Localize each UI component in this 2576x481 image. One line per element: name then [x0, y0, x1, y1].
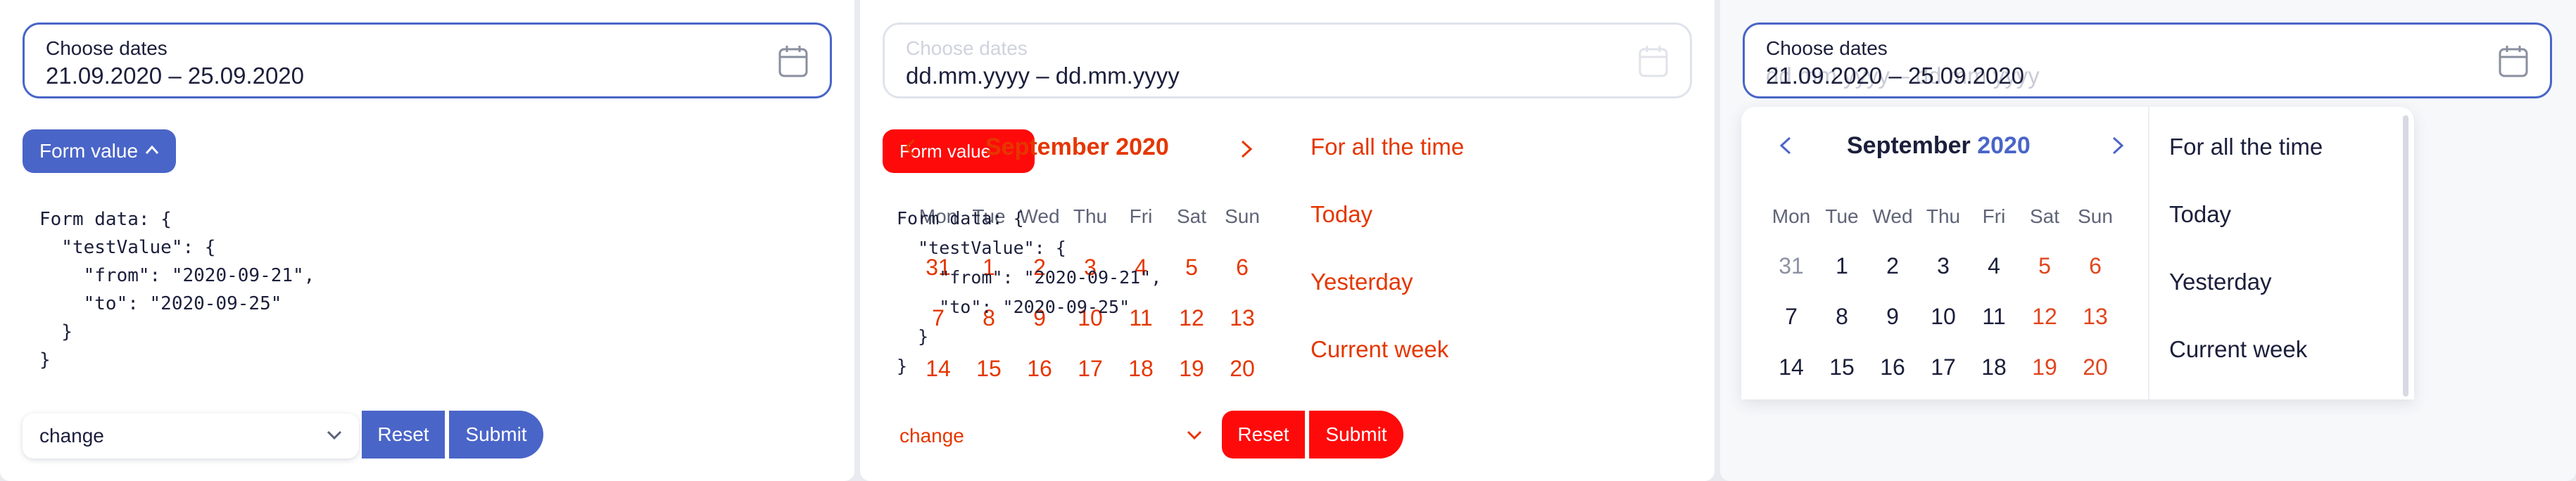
chevron-down-icon — [327, 430, 342, 440]
weekday-label: Tue — [1825, 205, 1859, 227]
preset-yesterday[interactable]: Yesterday — [1311, 269, 1413, 295]
calendar-month: September — [1847, 132, 1971, 159]
calendar-icon[interactable] — [2498, 44, 2529, 78]
calendar-day[interactable]: 3 — [1919, 253, 1968, 279]
calendar-month-title: September 2020 — [1847, 132, 2031, 160]
chevron-down-icon — [1187, 430, 1202, 440]
date-range-field[interactable]: Choose dates 21.09.2020 – 25.09.2020 — [23, 23, 832, 98]
calendar-day-weekend[interactable]: 5 — [2020, 253, 2069, 279]
calendar-day[interactable]: 6 — [1218, 255, 1267, 281]
date-field-label: Choose dates — [1766, 37, 1888, 59]
calendar-day[interactable]: 19 — [1167, 356, 1216, 382]
preset-all-time[interactable]: For all the time — [1311, 134, 1464, 160]
calendar-day[interactable]: 13 — [1218, 305, 1267, 331]
calendar-day[interactable]: 8 — [1817, 304, 1867, 330]
calendar-day[interactable]: 18 — [1969, 354, 2019, 380]
submit-button[interactable]: Submit — [449, 411, 543, 458]
dropdown-scrollbar[interactable] — [2403, 115, 2408, 397]
weekday-label: Mon — [1772, 205, 1811, 227]
calendar-year: 2020 — [1116, 134, 1169, 160]
form-value-button-label: Form value — [39, 140, 139, 162]
calendar-year: 2020 — [1977, 132, 2031, 159]
preset-yesterday[interactable]: Yesterday — [2169, 269, 2272, 295]
arrow-left-icon[interactable] — [1776, 135, 1795, 156]
calendar-day[interactable]: 11 — [1969, 304, 2019, 330]
calendar-day-weekend[interactable]: 12 — [2020, 304, 2069, 330]
calendar-day[interactable]: 5 — [1167, 255, 1216, 281]
form-data-output: Form data: { "testValue": { "from": "202… — [897, 208, 1162, 376]
calendar-month: September — [985, 134, 1109, 160]
date-range-field[interactable]: Choose dates dd.mm.yyyy – dd.mm.yyyy — [883, 23, 1692, 98]
calendar-month-title: September 2020 — [985, 134, 1169, 161]
reset-button[interactable]: Reset — [1222, 411, 1305, 458]
weekday-label: Sun — [2078, 205, 2113, 227]
weekday-label: Sat — [2029, 205, 2060, 227]
weekday-label: Thu — [1926, 205, 1961, 227]
weekday-label: Wed — [1872, 205, 1913, 227]
dropdown-divider — [2148, 107, 2149, 399]
calendar-day[interactable]: 2 — [1868, 253, 1917, 279]
calendar-icon[interactable] — [778, 44, 809, 78]
form-data-output: Form data: { "testValue": { "from": "202… — [39, 209, 315, 371]
calendar-day[interactable]: 4 — [1969, 253, 2019, 279]
preset-current-week[interactable]: Current week — [1311, 336, 1448, 363]
update-mode-select[interactable]: change — [23, 413, 359, 458]
date-field-value: 21.09.2020 – 25.09.2020 — [46, 63, 305, 89]
weekday-label: Sat — [1176, 205, 1207, 227]
calendar-day[interactable]: 7 — [1767, 304, 1816, 330]
date-range-field[interactable]: Choose dates dd.mm.yyyy – dd.mm.yyyy 21.… — [1743, 23, 2552, 98]
weekday-label: Sun — [1225, 205, 1260, 227]
date-range-dropdown: September 2020 Mon Tue Wed Thu Fri Sat S… — [1741, 107, 2414, 399]
arrow-left-icon[interactable] — [902, 138, 918, 158]
update-mode-select[interactable]: change — [883, 413, 1219, 458]
date-field-value: 21.09.2020 – 25.09.2020 — [1766, 63, 2025, 89]
calendar-day[interactable]: 31 — [1767, 253, 1816, 279]
calendar-day[interactable]: 14 — [1767, 354, 1816, 380]
chevron-up-icon — [145, 145, 159, 154]
calendar-day[interactable]: 12 — [1167, 305, 1216, 331]
date-field-label: Choose dates — [906, 37, 1028, 59]
calendar-day[interactable]: 9 — [1868, 304, 1917, 330]
select-value: change — [899, 425, 964, 447]
demo-panel-expected: Choose dates 21.09.2020 – 25.09.2020 For… — [0, 0, 854, 481]
preset-current-week[interactable]: Current week — [2169, 336, 2307, 363]
calendar-day[interactable]: 10 — [1919, 304, 1968, 330]
form-value-toggle-button[interactable]: Form value — [23, 129, 176, 173]
calendar-day-weekend[interactable]: 13 — [2071, 304, 2120, 330]
preset-today[interactable]: Today — [2169, 201, 2231, 228]
calendar-day[interactable]: 17 — [1919, 354, 1968, 380]
preset-all-time[interactable]: For all the time — [2169, 134, 2323, 160]
date-field-label: Choose dates — [46, 37, 168, 59]
reset-button[interactable]: Reset — [362, 411, 445, 458]
date-field-placeholder: dd.mm.yyyy – dd.mm.yyyy — [906, 63, 1180, 89]
submit-button[interactable]: Submit — [1309, 411, 1403, 458]
calendar-icon[interactable] — [1638, 44, 1669, 78]
calendar-day[interactable]: 15 — [1817, 354, 1867, 380]
demo-panel-diff: Choose dates dd.mm.yyyy – dd.mm.yyyy For… — [860, 0, 1715, 481]
calendar-day-weekend[interactable]: 6 — [2071, 253, 2120, 279]
select-value: change — [39, 425, 104, 447]
calendar-day[interactable]: 1 — [1817, 253, 1867, 279]
calendar-day-weekend[interactable]: 20 — [2071, 354, 2120, 380]
calendar-day[interactable]: 20 — [1218, 356, 1267, 382]
calendar-day[interactable]: 16 — [1868, 354, 1917, 380]
weekday-label: Fri — [1982, 205, 2006, 227]
arrow-right-icon[interactable] — [2109, 135, 2127, 156]
preset-today[interactable]: Today — [1311, 201, 1372, 228]
arrow-right-icon[interactable] — [1239, 139, 1254, 159]
calendar-day-weekend[interactable]: 19 — [2020, 354, 2069, 380]
